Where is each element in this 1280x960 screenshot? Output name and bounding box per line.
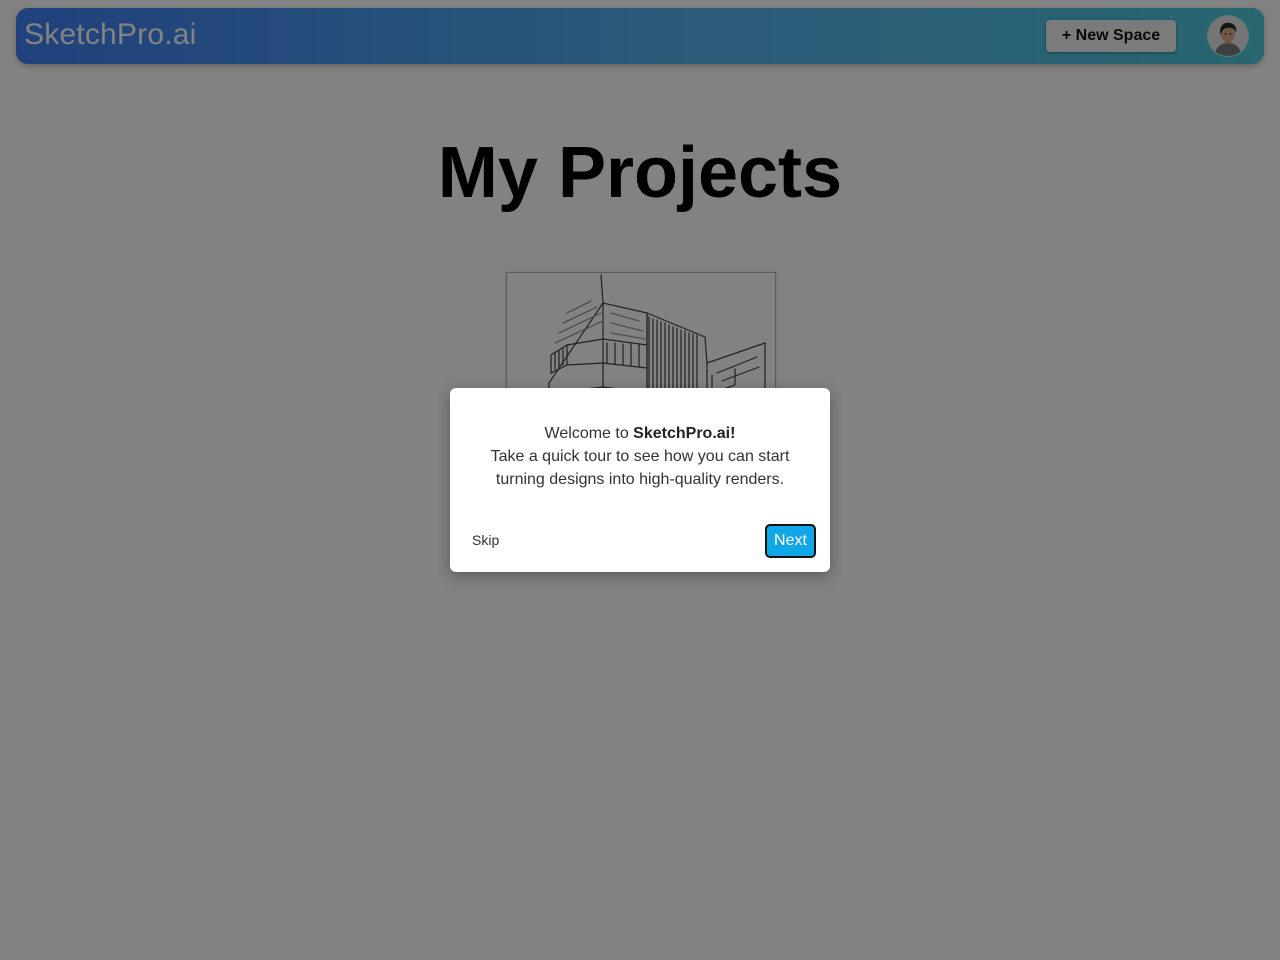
- welcome-tour-dialog: Welcome to SketchPro.ai! Take a quick to…: [450, 388, 830, 572]
- welcome-message: Welcome to SketchPro.ai! Take a quick to…: [470, 422, 810, 491]
- welcome-prefix: Welcome to: [544, 425, 634, 442]
- welcome-line-1: Take a quick tour to see how you can sta…: [490, 448, 790, 465]
- welcome-brand: SketchPro.ai!: [633, 425, 736, 442]
- welcome-line-2: turning designs into high-quality render…: [495, 471, 785, 488]
- next-step-button[interactable]: Next: [765, 524, 816, 558]
- skip-tour-button[interactable]: Skip: [466, 530, 505, 550]
